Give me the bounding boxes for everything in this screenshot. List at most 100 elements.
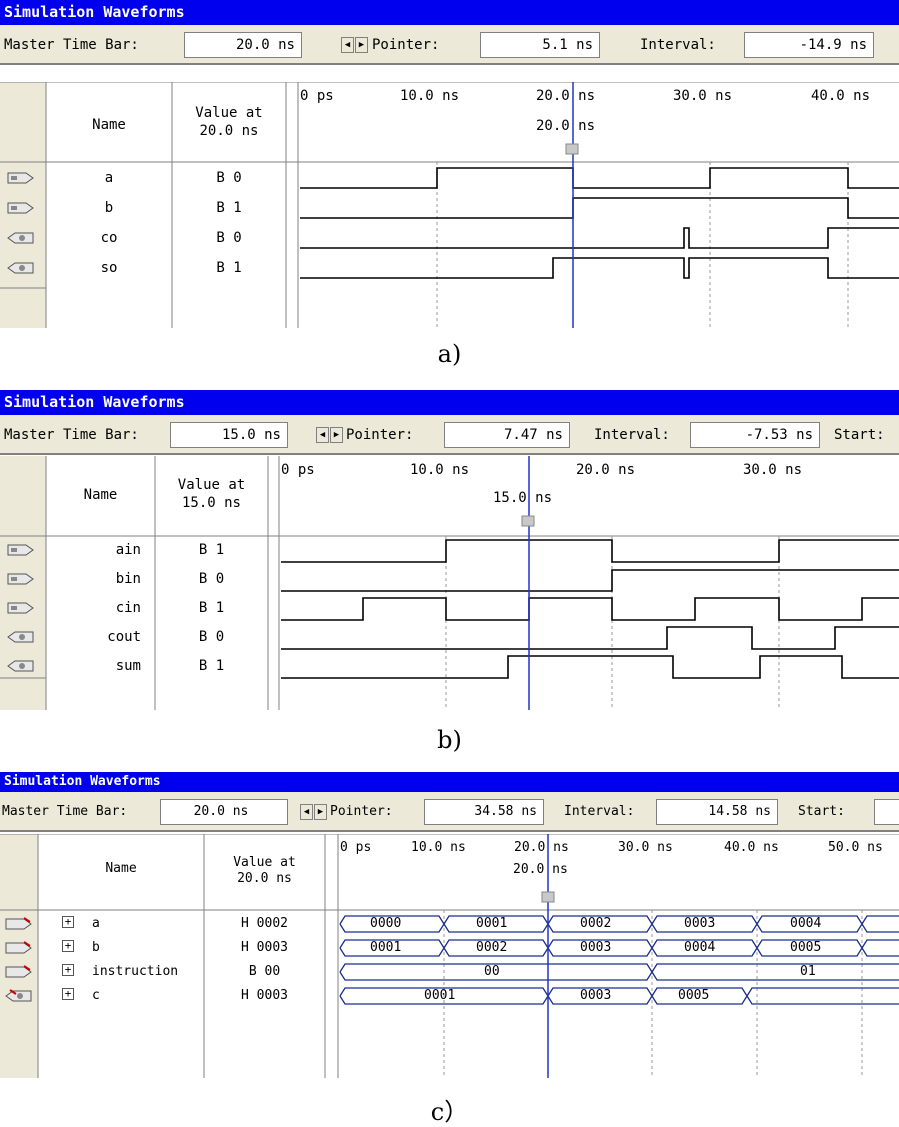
signal-name[interactable]: a xyxy=(46,170,172,186)
output-pin-icon xyxy=(6,629,36,645)
bus-value: 0004 xyxy=(684,940,716,955)
arrow-right-icon[interactable]: ▶ xyxy=(314,804,327,820)
arrow-left-icon[interactable]: ◀ xyxy=(300,804,313,820)
signal-name[interactable]: bin xyxy=(46,571,155,587)
bus-value: 0004 xyxy=(790,916,822,931)
signal-value: B 1 xyxy=(198,600,225,616)
interval-field[interactable]: 14.58 ns xyxy=(656,799,778,825)
tick-label: 30.0 ns xyxy=(743,462,803,478)
value-column-time: 15.0 ns xyxy=(181,495,241,511)
input-pin-icon xyxy=(6,200,36,216)
signal-name[interactable]: c xyxy=(92,988,100,1003)
output-bus-icon xyxy=(4,988,34,1004)
signal-value: B 1 xyxy=(216,260,242,276)
tick-label: 10.0 ns xyxy=(400,88,460,104)
signal-value: B 0 xyxy=(198,629,225,645)
bus-value: 00 xyxy=(484,964,500,979)
start-label: Start: xyxy=(834,427,885,443)
waveform-panel-c: Simulation Waveforms Master Time Bar: 20… xyxy=(0,772,899,1078)
waveform-grid: Name Value at 20.0 ns 0 ps 10.0 ns 20.0 … xyxy=(0,82,899,328)
name-column-header[interactable]: Name xyxy=(46,486,155,504)
signal-name[interactable]: co xyxy=(46,230,172,246)
bus-value: 0003 xyxy=(580,940,612,955)
signal-name[interactable]: cin xyxy=(46,600,155,616)
signal-value: B 1 xyxy=(198,658,225,674)
value-column-header[interactable]: Value at xyxy=(172,104,286,122)
signal-value: B 0 xyxy=(216,230,242,246)
bus-value: 0001 xyxy=(424,988,456,1003)
bus-value: 0001 xyxy=(370,940,402,955)
value-column-time: 20.0 ns xyxy=(199,123,259,139)
tick-label: 20.0 ns xyxy=(514,840,569,855)
input-bus-icon xyxy=(4,916,34,932)
name-column-header[interactable]: Name xyxy=(46,116,172,134)
input-bus-icon xyxy=(4,964,34,980)
output-pin-icon xyxy=(6,230,36,246)
pointer-label: Pointer: xyxy=(330,804,393,819)
panel-title: Simulation Waveforms xyxy=(0,772,899,792)
input-pin-icon xyxy=(6,571,36,587)
tick-label: 10.0 ns xyxy=(411,840,466,855)
bus-value: 0002 xyxy=(580,916,612,931)
figure-caption: a) xyxy=(437,340,462,368)
bus-value: 0002 xyxy=(476,940,508,955)
expand-button[interactable]: + xyxy=(62,916,74,928)
interval-label: Interval: xyxy=(594,427,670,443)
tick-label: 40.0 ns xyxy=(724,840,779,855)
input-pin-icon xyxy=(6,170,36,186)
signal-value: B 1 xyxy=(198,542,225,558)
panel-title: Simulation Waveforms xyxy=(0,0,899,25)
expand-button[interactable]: + xyxy=(62,964,74,976)
start-label: Start: xyxy=(798,804,845,819)
pointer-field[interactable]: 5.1 ns xyxy=(480,32,600,58)
signal-value: B 00 xyxy=(248,964,281,979)
pointer-field[interactable]: 7.47 ns xyxy=(444,422,570,448)
tick-label: 0 ps xyxy=(340,840,372,855)
pointer-field[interactable]: 34.58 ns xyxy=(424,799,544,825)
master-time-bar-field[interactable]: 15.0 ns xyxy=(170,422,288,448)
signal-value: H 0002 xyxy=(241,916,288,931)
tick-label: 50.0 ns xyxy=(828,840,883,855)
start-field[interactable] xyxy=(874,799,899,825)
interval-field[interactable]: -7.53 ns xyxy=(690,422,820,448)
time-toolbar: Master Time Bar: 15.0 ns ◀ ▶ Pointer: 7.… xyxy=(0,415,899,455)
bus-value: 0000 xyxy=(370,916,402,931)
signal-name[interactable]: sum xyxy=(46,658,155,674)
expand-button[interactable]: + xyxy=(62,940,74,952)
tick-label: 30.0 ns xyxy=(673,88,733,104)
signal-value: B 1 xyxy=(216,200,242,216)
interval-label: Interval: xyxy=(640,37,716,53)
tick-label: 20.0 ns xyxy=(536,88,596,104)
pointer-label: Pointer: xyxy=(346,427,414,443)
panel-title: Simulation Waveforms xyxy=(0,390,899,415)
signal-name[interactable]: b xyxy=(92,940,100,955)
name-column-header[interactable]: Name xyxy=(38,860,204,878)
output-pin-icon xyxy=(6,260,36,276)
cursor-time-label: 20.0 ns xyxy=(513,862,568,877)
arrow-left-icon[interactable]: ◀ xyxy=(316,427,329,443)
signal-name[interactable]: a xyxy=(92,916,100,931)
master-time-bar-field[interactable]: 20.0 ns xyxy=(184,32,302,58)
master-time-bar-field[interactable]: 20.0 ns xyxy=(160,799,288,825)
signal-name[interactable]: cout xyxy=(46,629,155,645)
figure-caption: c） xyxy=(430,1098,469,1126)
signal-name[interactable]: so xyxy=(46,260,172,276)
arrow-right-icon[interactable]: ▶ xyxy=(330,427,343,443)
signal-name[interactable]: b xyxy=(46,200,172,216)
pointer-label: Pointer: xyxy=(372,37,440,53)
arrow-left-icon[interactable]: ◀ xyxy=(341,37,354,53)
waveform-grid: Name Value at 20.0 ns 0 ps 10.0 ns 20.0 … xyxy=(0,834,899,1078)
signal-name[interactable]: instruction xyxy=(92,964,178,979)
expand-button[interactable]: + xyxy=(62,988,74,1000)
arrow-right-icon[interactable]: ▶ xyxy=(355,37,368,53)
tick-label: 20.0 ns xyxy=(576,462,636,478)
input-pin-icon xyxy=(6,600,36,616)
signal-name[interactable]: ain xyxy=(46,542,155,558)
tick-label: 10.0 ns xyxy=(410,462,470,478)
waveform-panel-b: Simulation Waveforms Master Time Bar: 15… xyxy=(0,390,899,710)
figure-caption: b) xyxy=(437,726,462,754)
value-column-header[interactable]: Value at xyxy=(155,476,268,494)
bus-value: 0003 xyxy=(684,916,716,931)
interval-field[interactable]: -14.9 ns xyxy=(744,32,874,58)
tick-label: 30.0 ns xyxy=(618,840,673,855)
